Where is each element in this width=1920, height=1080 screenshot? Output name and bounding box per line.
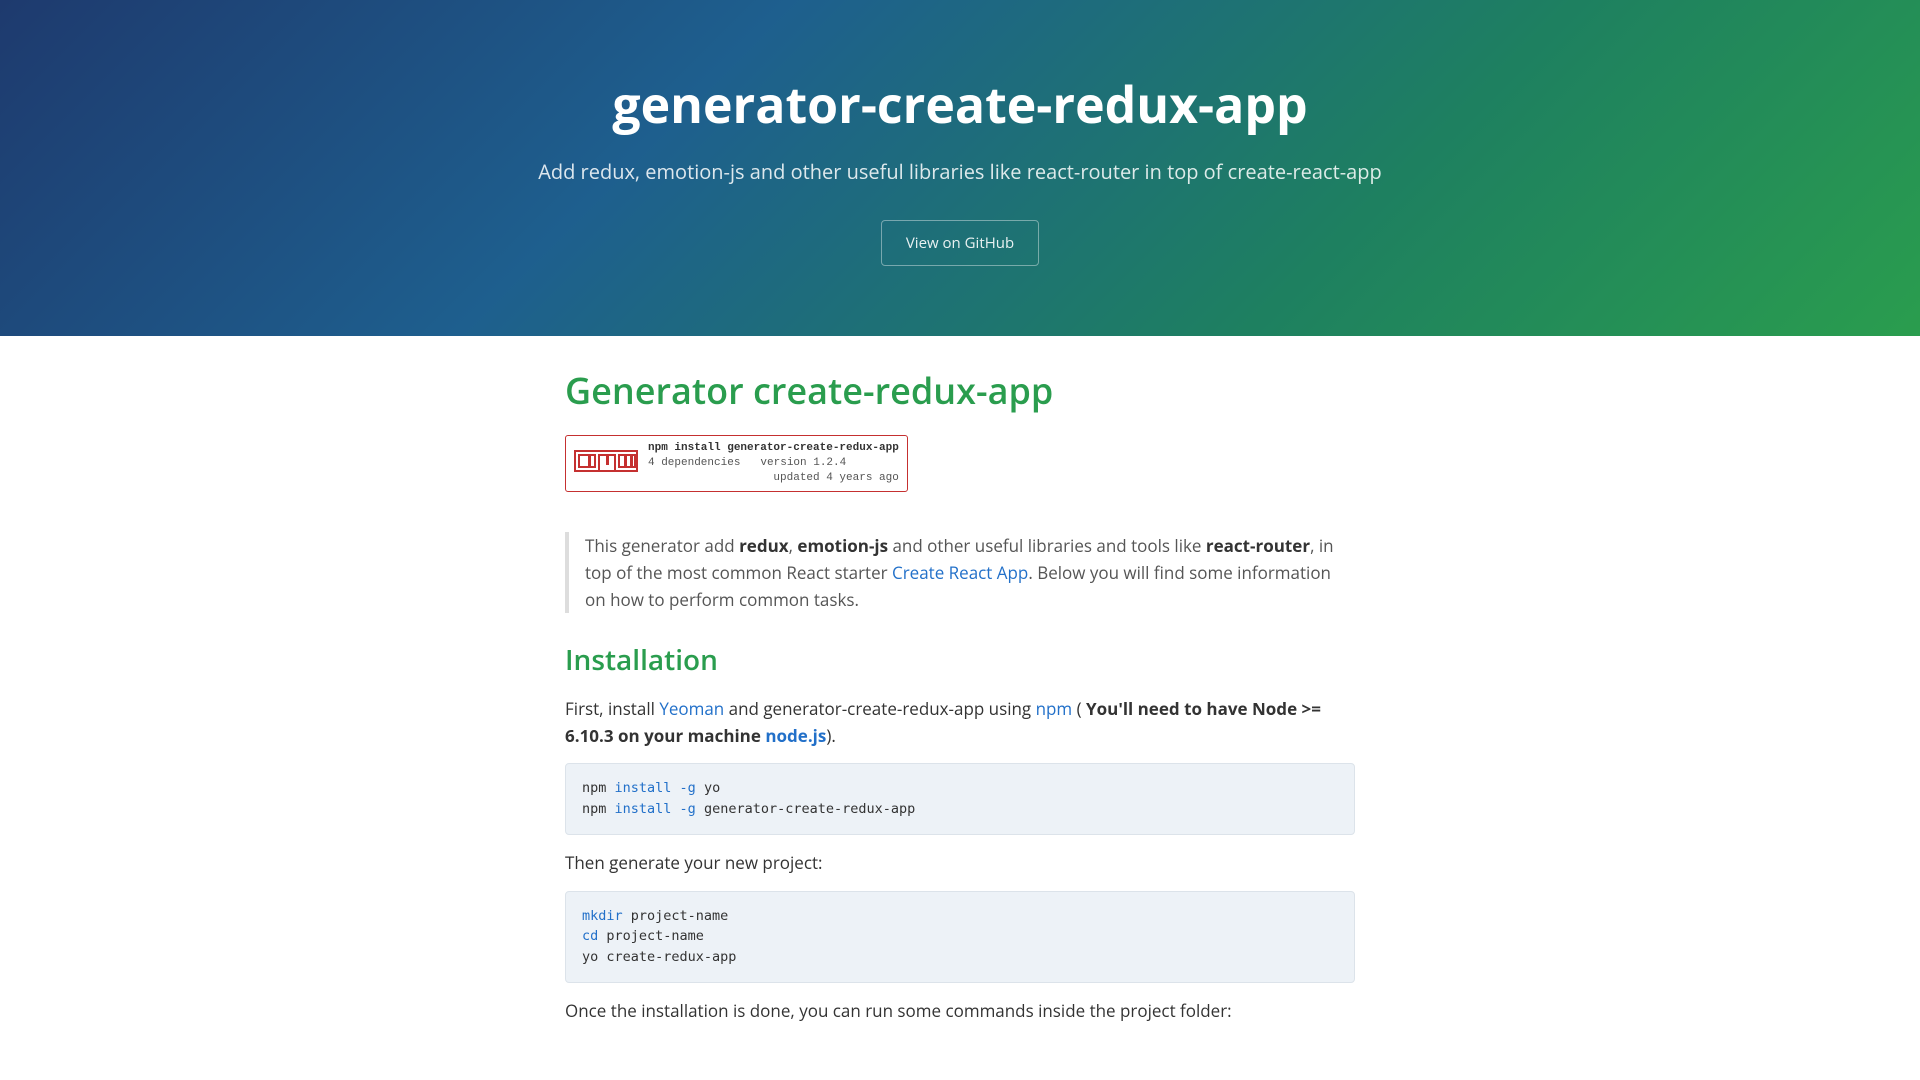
create-react-app-link[interactable]: Create React App: [892, 561, 1028, 584]
nodejs-link[interactable]: node.js: [765, 724, 826, 747]
installation-heading: Installation: [565, 641, 1355, 679]
npm-version: version 1.2.4: [760, 456, 846, 471]
page-header: generator-create-redux-app Add redux, em…: [0, 0, 1920, 336]
npm-install-cmd: npm install generator-create-redux-app: [648, 441, 899, 456]
main-content: Generator create-redux-app npm install g…: [545, 336, 1375, 1068]
intro-blockquote: This generator add redux, emotion-js and…: [565, 532, 1355, 614]
npm-badge[interactable]: npm install generator-create-redux-app 4…: [565, 435, 908, 492]
npm-logo-icon: [574, 450, 638, 476]
content-heading: Generator create-redux-app: [565, 366, 1355, 415]
npm-updated: updated 4 years ago: [773, 472, 898, 484]
once-installed-text: Once the installation is done, you can r…: [565, 997, 1355, 1024]
yeoman-link[interactable]: Yeoman: [659, 697, 724, 720]
generate-text: Then generate your new project:: [565, 849, 1355, 876]
npm-link[interactable]: npm: [1036, 697, 1073, 720]
project-description: Add redux, emotion-js and other useful l…: [20, 158, 1900, 185]
install-code-block: npm install -g yo npm install -g generat…: [565, 763, 1355, 835]
view-on-github-button[interactable]: View on GitHub: [881, 220, 1039, 266]
project-name: generator-create-redux-app: [20, 70, 1900, 138]
npm-meta: npm install generator-create-redux-app 4…: [648, 441, 899, 486]
npm-deps: 4 dependencies: [648, 456, 740, 471]
install-instructions: First, install Yeoman and generator-crea…: [565, 695, 1355, 749]
generate-code-block: mkdir project-name cd project-name yo cr…: [565, 891, 1355, 984]
